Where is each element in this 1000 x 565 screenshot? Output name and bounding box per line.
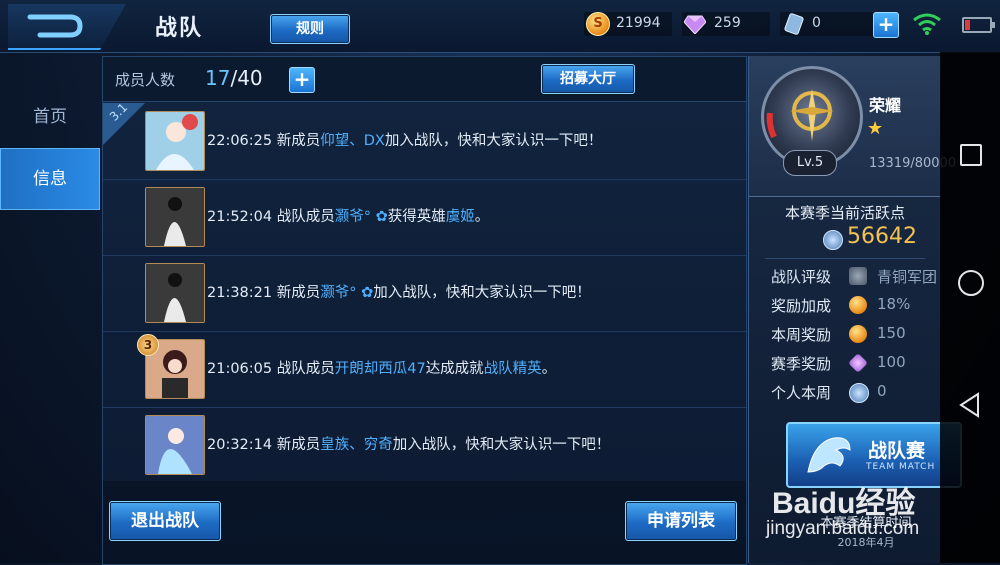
divider [765, 258, 925, 259]
voucher-counter: 0 [780, 12, 874, 36]
gold-counter: S 21994 [584, 12, 672, 36]
add-member-button[interactable]: + [289, 67, 315, 93]
flower-icon: ✿ [361, 285, 374, 301]
avatar[interactable] [145, 415, 205, 475]
season-activity-value: 56642 [847, 224, 917, 249]
members-bar: 成员人数 17/40 + 招募大厅 [103, 57, 746, 102]
feed-message: 21:52:04 战队成员灏爷° ✿获得英雄虞姬。 [207, 209, 490, 225]
flower-icon: ✿ [375, 209, 388, 225]
left-nav: 首页 信息 [0, 60, 100, 563]
feed-message: 20:32:14 新成员皇族、穷奇加入战队，快和大家认识一下吧！ [207, 437, 611, 453]
back-button[interactable] [8, 4, 126, 50]
home-icon[interactable] [958, 270, 984, 296]
list-item: 21:52:04 战队成员灏爷° ✿获得英雄虞姬。 [103, 179, 746, 256]
team-match-label: 战队赛 [868, 440, 926, 462]
diamond-value: 259 [714, 15, 741, 31]
list-item: 3 21:06:05 战队成员开朗却西瓜47达成成就战队精英。 [103, 331, 746, 408]
rank-level: Lv.5 [783, 150, 837, 176]
recent-apps-icon[interactable] [960, 144, 982, 166]
gold-value: 21994 [616, 15, 661, 31]
gold-coin-icon: S [586, 12, 610, 36]
avatar[interactable] [145, 263, 205, 323]
activity-icon [823, 230, 843, 250]
feed-message: 21:38:21 新成员灏爷° ✿加入战队，快和大家认识一下吧！ [207, 285, 591, 301]
list-item: 21:38:21 新成员灏爷° ✿加入战队，快和大家认识一下吧！ [103, 255, 746, 332]
dragon-icon [807, 437, 851, 473]
recruit-hall-button[interactable]: 招募大厅 [541, 64, 635, 94]
season-activity-title: 本赛季当前活跃点 [784, 204, 905, 222]
rules-button[interactable]: 规则 [270, 14, 350, 44]
battery-icon [962, 17, 995, 33]
tier-icon [849, 267, 867, 285]
system-nav-bar [940, 52, 1000, 563]
team-message-panel: 成员人数 17/40 + 招募大厅 3.1 22:06:25 新成员仰望、DX加… [102, 56, 747, 565]
recharge-plus-button[interactable]: + [873, 12, 899, 38]
diamond-counter: 259 [682, 12, 770, 36]
back-triangle-icon[interactable] [958, 392, 982, 418]
feed-message: 22:06:25 新成员仰望、DX加入战队，快和大家认识一下吧！ [207, 133, 603, 149]
application-list-button[interactable]: 申请列表 [625, 501, 737, 541]
wifi-icon [913, 13, 941, 35]
message-feed[interactable]: 3.1 22:06:25 新成员仰望、DX加入战队，快和大家认识一下吧！ 21:… [103, 103, 746, 479]
top-bar: 战队 规则 S 21994 259 0 + [0, 0, 1000, 53]
nav-item-home[interactable]: 首页 [0, 86, 100, 148]
rank-card[interactable]: Lv.5 荣耀 ★ 13319/80000 [749, 56, 956, 197]
feed-message: 21:06:05 战队成员开朗却西瓜47达成成就战队精英。 [207, 361, 557, 377]
members-label: 成员人数 [115, 71, 176, 89]
activity-icon [849, 383, 869, 403]
back-arrow-icon [27, 14, 83, 38]
nav-item-messages[interactable]: 信息 [0, 148, 100, 210]
gem-icon [848, 353, 868, 373]
rank-badge: 3 [137, 334, 159, 356]
list-item: 3.1 22:06:25 新成员仰望、DX加入战队，快和大家认识一下吧！ [103, 103, 746, 180]
list-item: 20:32:14 新成员皇族、穷奇加入战队，快和大家认识一下吧！ [103, 407, 746, 479]
page-title: 战队 [155, 16, 204, 41]
diamond-icon [684, 15, 706, 34]
avatar[interactable] [145, 111, 205, 171]
baidu-watermark: Baidu经验 [772, 487, 916, 520]
rank-name: 荣耀 [869, 96, 902, 115]
voucher-value: 0 [812, 15, 821, 31]
bottom-action-bar: 退出战队 申请列表 [103, 481, 746, 564]
quit-team-button[interactable]: 退出战队 [109, 501, 221, 541]
avatar[interactable] [145, 187, 205, 247]
baidu-watermark-url: jingyan.baidu.com [766, 518, 920, 539]
team-match-sublabel: TEAM MATCH [866, 462, 936, 472]
voucher-icon [784, 13, 804, 35]
gold-coin-icon [849, 296, 867, 314]
gold-coin-icon [849, 325, 867, 343]
members-count: 17/40 [205, 66, 263, 90]
star-icon: ★ [867, 118, 884, 139]
